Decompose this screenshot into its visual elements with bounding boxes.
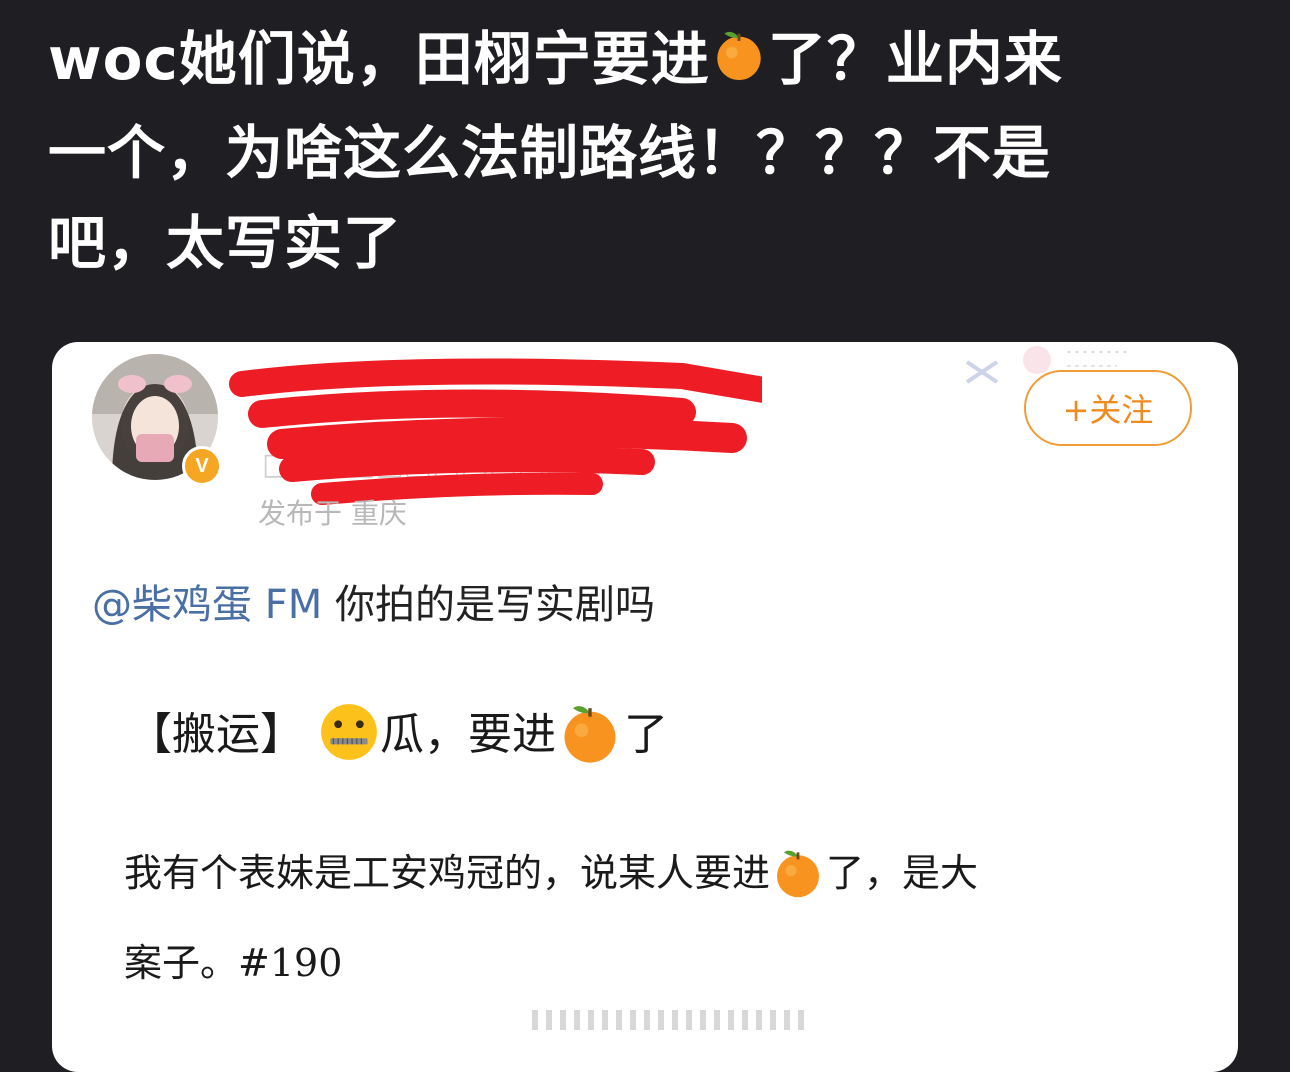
post-text-segment: woc她们说，田栩宁要进 [48, 25, 710, 93]
post-body-text: woc她们说，田栩宁要进 了？业内来 一个，为啥这么法制路线！？？？不是 吧，太写… [48, 14, 1248, 288]
handwritten-paragraph-2: 案子。#190 [124, 941, 343, 985]
paragraph-segment: 了，是大 [826, 851, 979, 895]
reply-line: @柴鸡蛋 FM 你拍的是写实剧吗 [92, 572, 655, 630]
mention-link[interactable]: @柴鸡蛋 FM [92, 582, 322, 628]
tangerine-emoji-icon [770, 844, 826, 909]
post-text-segment: 了？业内来 [767, 25, 1063, 93]
headline-segment: 【搬运】 [128, 709, 304, 760]
headline-segment: 瓜，要进 [380, 709, 556, 760]
post-text-line-1: woc她们说，田栩宁要进 了？业内来 [48, 14, 1248, 108]
tangerine-emoji-icon [710, 18, 768, 108]
reply-text: 你拍的是写实剧吗 [322, 582, 655, 628]
post-text-line-2: 一个，为啥这么法制路线！？？？不是 [48, 119, 1052, 187]
end-marker-icon [532, 1010, 804, 1030]
tangerine-emoji-icon [556, 698, 624, 777]
post-location: 发布于 重庆 [258, 497, 407, 530]
headline-segment: 了 [624, 709, 668, 760]
redaction-scribble: □□□□□□□□□□□□ [229, 358, 762, 505]
handwritten-headline: 【搬运】 瓜，要进 了 [128, 698, 668, 777]
follow-button[interactable]: +关注 [1024, 370, 1192, 446]
paragraph-segment: 我有个表妹是工安鸡冠的，说某人要进 [124, 851, 771, 895]
handwritten-paragraph-1: 我有个表妹是工安鸡冠的，说某人要进 了，是大 [124, 842, 978, 909]
post-text-line-3: 吧，太写实了 [48, 209, 403, 277]
embedded-screenshot-card: V □□□□□□□□□□□□ 发布于 重庆 +关注 @柴鸡蛋 FM 你拍的是写实… [52, 342, 1238, 1072]
zipper-mouth-face-icon [318, 701, 380, 774]
